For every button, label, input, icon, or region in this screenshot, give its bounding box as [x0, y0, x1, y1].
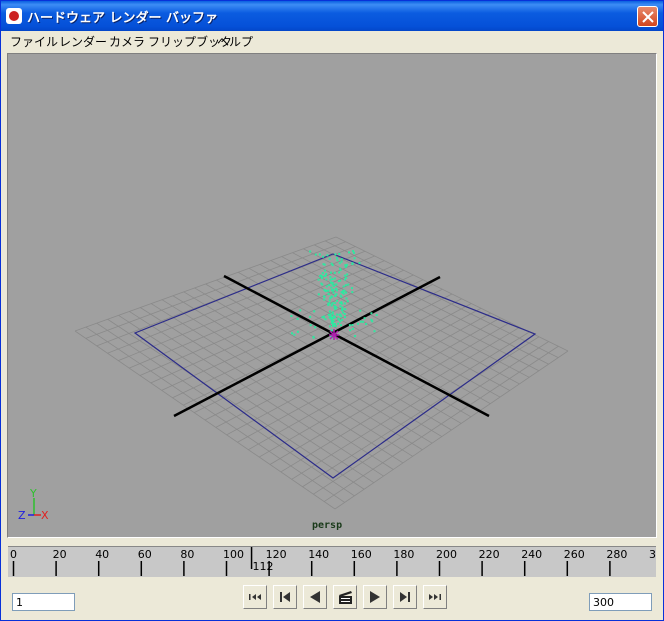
render-viewport[interactable]: Y X Z persp [8, 54, 656, 537]
timeline-tick-label: 40 [95, 548, 109, 561]
current-frame-label: 112 [253, 560, 274, 573]
axis-x-label: X [41, 509, 49, 522]
timeline-tick-label: 20 [53, 548, 67, 561]
go-to-end-button[interactable] [423, 585, 447, 609]
playback-controls [1, 581, 663, 621]
play-forward-button[interactable] [363, 585, 387, 609]
clapper-button[interactable] [333, 585, 357, 609]
title-bar[interactable]: ハードウェア レンダー バッファ [1, 1, 663, 31]
time-slider-ruler: 0 20 40 60 80 100 120 140 160 180 200 220 240 260 280 3… [10, 547, 656, 576]
step-back-button[interactable] [273, 585, 297, 609]
grid-axis-z [173, 275, 441, 418]
timeline-tick-label: 80 [180, 548, 194, 561]
timeline-tick-label: 220 [479, 548, 500, 561]
viewport-scene: Y X Z [18, 236, 569, 522]
timeline-tick-label: 0 [10, 548, 17, 561]
go-to-start-icon [249, 594, 261, 600]
window-title: ハードウェア レンダー バッファ [27, 11, 219, 26]
timeline-tick-label: 180 [393, 548, 414, 561]
go-to-end-icon [429, 594, 441, 600]
play-backward-button[interactable] [303, 585, 327, 609]
axis-gizmo: Y X Z [18, 487, 49, 522]
axis-y-label: Y [29, 487, 37, 500]
go-to-start-button[interactable] [243, 585, 267, 609]
menu-render[interactable]: レンダー [59, 33, 107, 50]
timeline-tick-label: 140 [308, 548, 329, 561]
timeline-tick-label: 3 [649, 548, 656, 561]
timeline-tick-label: 160 [351, 548, 372, 561]
step-forward-icon [400, 592, 410, 602]
close-icon [642, 11, 654, 23]
close-button[interactable] [637, 6, 658, 27]
clapperboard-icon [339, 591, 352, 604]
start-frame-field[interactable] [12, 593, 75, 611]
step-back-icon [280, 592, 290, 602]
hardware-render-buffer-window: ハードウェア レンダー バッファ ファイル レンダー カメラ フリップブック ヘ… [0, 0, 664, 621]
menu-camera[interactable]: カメラ [109, 33, 145, 50]
camera-label: persp [312, 520, 343, 531]
time-slider[interactable]: 0 20 40 60 80 100 120 140 160 180 200 220 240 260 280 3… [8, 546, 656, 577]
menu-bar: ファイル レンダー カメラ フリップブック ヘルプ [1, 31, 663, 50]
timeline-tick-label: 60 [138, 548, 152, 561]
timeline-tick-label: 240 [521, 548, 542, 561]
timeline-tick-label: 100 [223, 548, 244, 561]
timeline-tick-label: 280 [606, 548, 627, 561]
end-frame-field[interactable] [589, 593, 652, 611]
timeline-tick-label: 200 [436, 548, 457, 561]
menu-help[interactable]: ヘルプ [217, 33, 253, 50]
play-backward-icon [310, 591, 320, 603]
timeline-tick-label: 260 [564, 548, 585, 561]
menu-file[interactable]: ファイル [10, 33, 58, 50]
axis-z-label: Z [18, 509, 26, 522]
step-forward-button[interactable] [393, 585, 417, 609]
maya-app-icon[interactable] [6, 8, 22, 24]
play-forward-icon [370, 591, 380, 603]
emitter-icon [329, 329, 339, 340]
